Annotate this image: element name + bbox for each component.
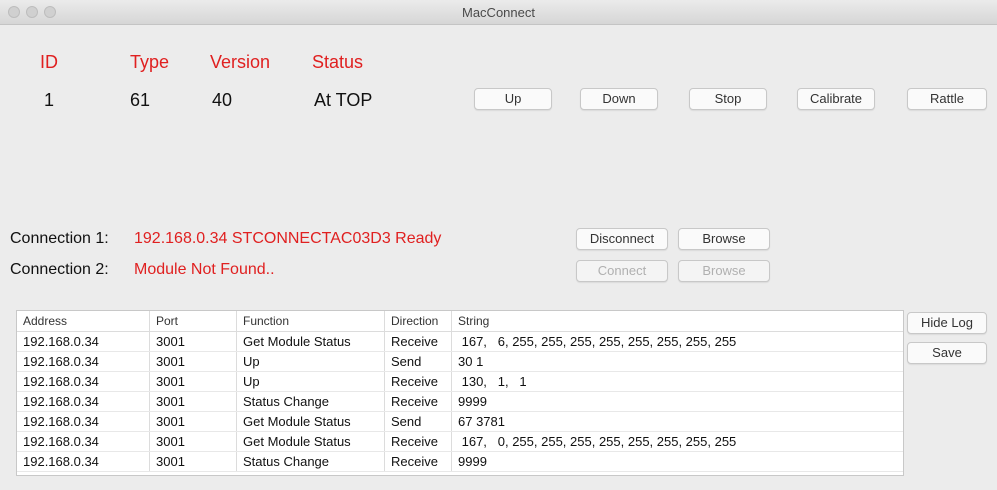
log-cell-address: 192.168.0.34 — [17, 351, 150, 372]
log-cell-direction: Receive — [384, 391, 452, 412]
header-version: Version — [210, 52, 271, 72]
log-cell-direction: Send — [384, 411, 452, 432]
log-cell-string: 30 1 — [451, 351, 903, 372]
device-version-value: 40 — [212, 90, 233, 110]
log-cell-direction: Send — [384, 351, 452, 372]
header-type: Type — [130, 52, 170, 72]
connection-1-status: 192.168.0.34 STCONNECTAC03D3 Ready — [134, 230, 442, 247]
log-cell-string: 130, 1, 1 — [451, 371, 903, 392]
log-cell-string: 9999 — [451, 391, 903, 412]
disconnect-button[interactable]: Disconnect — [576, 228, 668, 250]
log-cell-string: 67 3781 — [451, 411, 903, 432]
log-cell-string: 167, 6, 255, 255, 255, 255, 255, 255, 25… — [451, 331, 903, 352]
log-header-row: Address Port Function Direction String — [17, 311, 903, 332]
log-row[interactable]: 192.168.0.34 3001 Get Module Status Receive… — [17, 331, 903, 352]
column-header-address[interactable]: Address — [17, 311, 150, 332]
log-cell-direction: Receive — [384, 431, 452, 452]
log-row[interactable]: 192.168.0.34 3001 Get Module Status Receive… — [17, 431, 903, 452]
device-id-value: 1 — [44, 90, 55, 110]
log-row[interactable]: 192.168.0.34 3001 Up Send 30 1 — [17, 351, 903, 372]
log-cell-port: 3001 — [149, 411, 237, 432]
log-cell-port: 3001 — [149, 431, 237, 452]
log-cell-function: Status Change — [236, 391, 385, 412]
window-title: MacConnect — [462, 5, 535, 20]
device-type-value: 61 — [130, 90, 151, 110]
log-cell-direction: Receive — [384, 371, 452, 392]
log-cell-port: 3001 — [149, 391, 237, 412]
header-id: ID — [40, 52, 58, 72]
log-cell-port: 3001 — [149, 351, 237, 372]
header-status: Status — [312, 52, 364, 72]
log-cell-function: Get Module Status — [236, 431, 385, 452]
log-cell-string: 9999 — [451, 451, 903, 472]
column-header-function[interactable]: Function — [236, 311, 385, 332]
log-row[interactable]: 192.168.0.34 3001 Get Module Status Send 67 … — [17, 411, 903, 432]
app-window: MacConnect ID Type Version Status 1 61 4… — [0, 0, 997, 490]
connect-button[interactable]: Connect — [576, 260, 668, 282]
column-header-port[interactable]: Port — [149, 311, 237, 332]
connection-2-label: Connection 2: — [10, 261, 109, 278]
log-cell-function: Get Module Status — [236, 331, 385, 352]
log-row[interactable]: 192.168.0.34 3001 Status Change Receive 9999 — [17, 391, 903, 412]
log-cell-address: 192.168.0.34 — [17, 391, 150, 412]
calibrate-button[interactable]: Calibrate — [797, 88, 875, 110]
log-row[interactable]: 192.168.0.34 3001 Status Change Receive 9999 — [17, 451, 903, 472]
save-button[interactable]: Save — [907, 342, 987, 364]
log-cell-function: Up — [236, 351, 385, 372]
log-cell-address: 192.168.0.34 — [17, 451, 150, 472]
log-cell-port: 3001 — [149, 451, 237, 472]
connection-1-label: Connection 1: — [10, 230, 109, 247]
log-cell-port: 3001 — [149, 331, 237, 352]
log-cell-address: 192.168.0.34 — [17, 331, 150, 352]
browse-button-2[interactable]: Browse — [678, 260, 770, 282]
connection-2-status: Module Not Found.. — [134, 261, 275, 278]
log-cell-function: Get Module Status — [236, 411, 385, 432]
rattle-button[interactable]: Rattle — [907, 88, 987, 110]
log-cell-string: 167, 0, 255, 255, 255, 255, 255, 255, 25… — [451, 431, 903, 452]
log-cell-address: 192.168.0.34 — [17, 411, 150, 432]
log-cell-direction: Receive — [384, 451, 452, 472]
down-button[interactable]: Down — [580, 88, 658, 110]
column-header-string[interactable]: String — [451, 311, 903, 332]
log-cell-function: Status Change — [236, 451, 385, 472]
column-header-direction[interactable]: Direction — [384, 311, 452, 332]
log-row[interactable]: 192.168.0.34 3001 Up Receive 130, 1, 1 — [17, 371, 903, 392]
log-cell-direction: Receive — [384, 331, 452, 352]
log-table-body: 192.168.0.34 3001 Get Module Status Receive… — [17, 331, 903, 472]
hide-log-button[interactable]: Hide Log — [907, 312, 987, 334]
log-table: Address Port Function Direction String 1… — [17, 311, 903, 472]
log-cell-address: 192.168.0.34 — [17, 431, 150, 452]
log-cell-address: 192.168.0.34 — [17, 371, 150, 392]
up-button[interactable]: Up — [474, 88, 552, 110]
log-cell-function: Up — [236, 371, 385, 392]
browse-button-1[interactable]: Browse — [678, 228, 770, 250]
stop-button[interactable]: Stop — [689, 88, 767, 110]
log-table-container[interactable]: Address Port Function Direction String 1… — [16, 310, 904, 476]
log-cell-port: 3001 — [149, 371, 237, 392]
title-bar: MacConnect — [0, 0, 997, 25]
device-status-value: At TOP — [314, 90, 373, 110]
